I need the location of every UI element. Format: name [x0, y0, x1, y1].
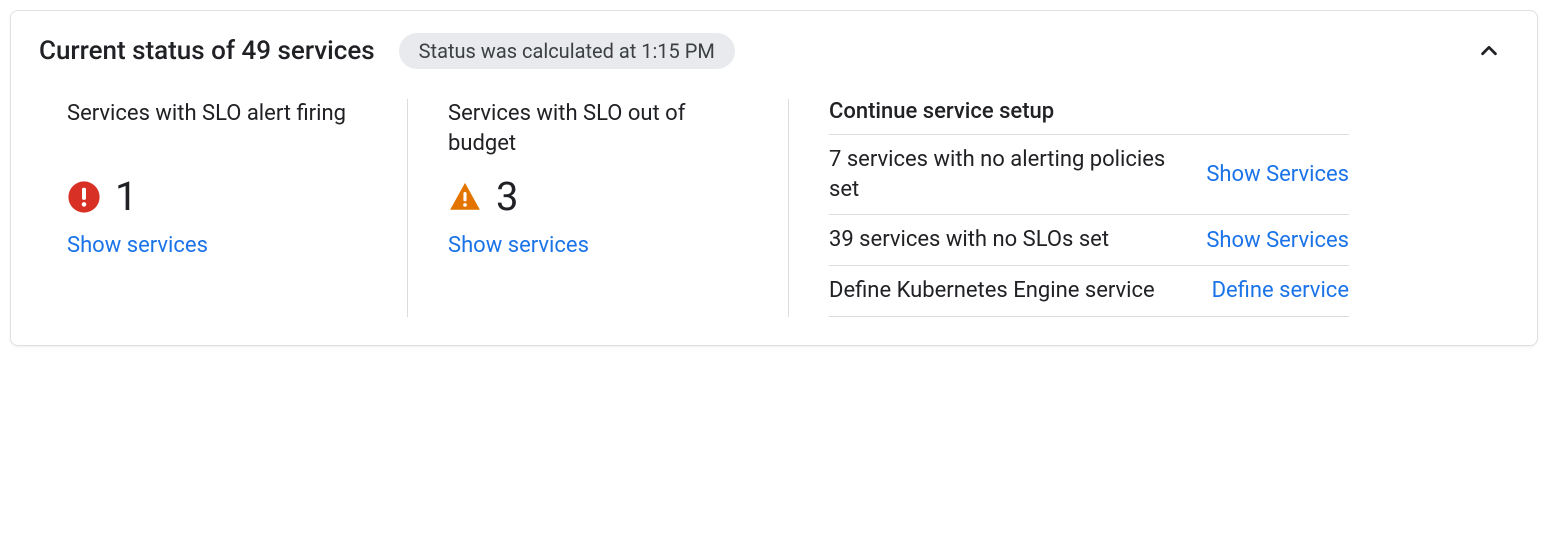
setup-row-no-slos: 39 services with no SLOs set Show Servic…	[829, 214, 1349, 265]
show-services-link-no-slos[interactable]: Show Services	[1206, 228, 1349, 253]
show-services-link-no-alerting[interactable]: Show Services	[1206, 162, 1349, 187]
status-timestamp-pill: Status was calculated at 1:15 PM	[399, 33, 735, 69]
metric-out-of-budget: Services with SLO out of budget 3 Show s…	[408, 99, 748, 317]
show-services-link-budget[interactable]: Show services	[448, 233, 708, 258]
card-header: Current status of 49 services Status was…	[39, 31, 1509, 71]
card-title: Current status of 49 services	[39, 36, 375, 66]
setup-row-label: 7 services with no alerting policies set	[829, 145, 1186, 204]
metric-value-row: 1	[67, 177, 367, 217]
metric-title: Services with SLO alert firing	[67, 99, 367, 159]
setup-row-define-k8s: Define Kubernetes Engine service Define …	[829, 265, 1349, 317]
status-card: Current status of 49 services Status was…	[10, 10, 1538, 346]
error-icon	[67, 180, 101, 214]
setup-row-no-alerting: 7 services with no alerting policies set…	[829, 134, 1349, 214]
metric-title: Services with SLO out of budget	[448, 99, 708, 159]
define-service-link[interactable]: Define service	[1212, 278, 1349, 303]
metric-value-row: 3	[448, 177, 708, 217]
warning-icon	[448, 180, 482, 214]
metric-value: 3	[496, 177, 518, 217]
show-services-link-alerts[interactable]: Show services	[67, 233, 367, 258]
collapse-button[interactable]	[1469, 31, 1509, 71]
chevron-up-icon	[1478, 40, 1500, 62]
metric-alert-firing: Services with SLO alert firing 1 Show se…	[67, 99, 407, 317]
setup-row-label: Define Kubernetes Engine service	[829, 276, 1192, 306]
content-row: Services with SLO alert firing 1 Show se…	[39, 91, 1509, 317]
setup-row-label: 39 services with no SLOs set	[829, 225, 1186, 255]
continue-setup-section: Continue service setup 7 services with n…	[789, 99, 1349, 317]
metric-value: 1	[115, 177, 137, 217]
setup-title: Continue service setup	[829, 99, 1349, 124]
